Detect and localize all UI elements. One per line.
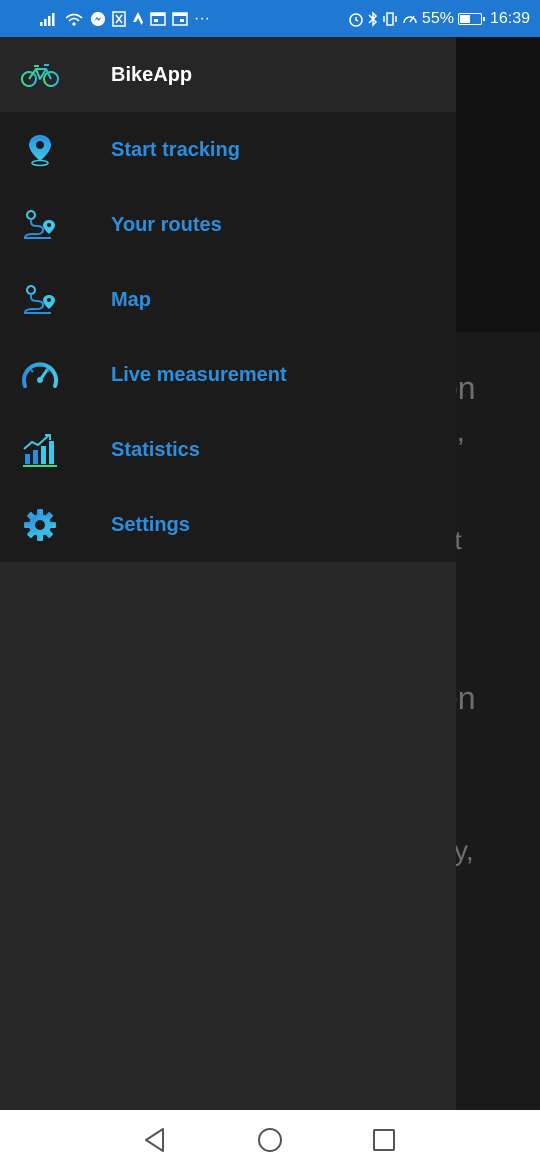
menu-item-your-routes[interactable]: Your routes bbox=[0, 187, 456, 262]
map-route-icon bbox=[20, 280, 60, 320]
data-saver-icon bbox=[402, 11, 418, 27]
vibrate-icon bbox=[382, 11, 398, 27]
drawer-header: BikeApp bbox=[0, 37, 456, 112]
menu-item-live-measurement[interactable]: Live measurement bbox=[0, 337, 456, 412]
status-bar-left: ··· bbox=[40, 7, 210, 31]
menu-item-map[interactable]: Map bbox=[0, 262, 456, 337]
menu-item-start-tracking[interactable]: Start tracking bbox=[0, 112, 456, 187]
background-header bbox=[456, 37, 540, 332]
recents-square-icon bbox=[373, 1129, 395, 1151]
battery-icon bbox=[457, 13, 485, 25]
system-navigation-bar bbox=[0, 1110, 540, 1170]
messenger-icon bbox=[90, 11, 106, 27]
menu-item-settings[interactable]: Settings bbox=[0, 487, 456, 562]
back-triangle-icon bbox=[145, 1128, 164, 1152]
menu-item-label: Live measurement bbox=[111, 364, 287, 386]
menu-item-label: Your routes bbox=[111, 214, 222, 236]
drawer-menu: Start tracking Your routes Map Live meas… bbox=[0, 112, 456, 562]
calendar-icon bbox=[150, 12, 166, 26]
bar-chart-icon bbox=[20, 430, 60, 470]
app-notification-icon bbox=[112, 11, 126, 27]
recents-button[interactable] bbox=[369, 1125, 399, 1155]
status-time: 16:39 bbox=[489, 10, 530, 27]
wifi-icon bbox=[64, 11, 84, 27]
menu-item-label: Start tracking bbox=[111, 139, 240, 161]
bicycle-icon bbox=[20, 55, 60, 95]
more-notifications-indicator: ··· bbox=[194, 10, 210, 27]
back-button[interactable] bbox=[140, 1125, 170, 1155]
route-icon bbox=[20, 205, 60, 245]
calendar-icon-2 bbox=[172, 12, 188, 26]
alarm-icon bbox=[348, 11, 364, 27]
strava-icon bbox=[132, 11, 144, 27]
home-button[interactable] bbox=[255, 1125, 285, 1155]
menu-item-statistics[interactable]: Statistics bbox=[0, 412, 456, 487]
bluetooth-icon bbox=[368, 11, 378, 27]
speedometer-icon bbox=[20, 355, 60, 395]
status-bar: ··· 55% 16:39 bbox=[0, 0, 540, 37]
battery-percent: 55% bbox=[421, 10, 454, 27]
signal-icon bbox=[40, 12, 58, 26]
menu-item-label: Settings bbox=[111, 514, 190, 536]
gear-icon bbox=[20, 505, 60, 545]
home-circle-icon bbox=[258, 1128, 282, 1152]
status-bar-right: 55% 16:39 bbox=[348, 7, 530, 31]
location-pin-icon bbox=[20, 130, 60, 170]
menu-item-label: Statistics bbox=[111, 439, 200, 461]
menu-item-label: Map bbox=[111, 289, 151, 311]
navigation-drawer: BikeApp Start tracking Your routes Map L… bbox=[0, 37, 456, 1110]
app-title: BikeApp bbox=[111, 64, 193, 86]
